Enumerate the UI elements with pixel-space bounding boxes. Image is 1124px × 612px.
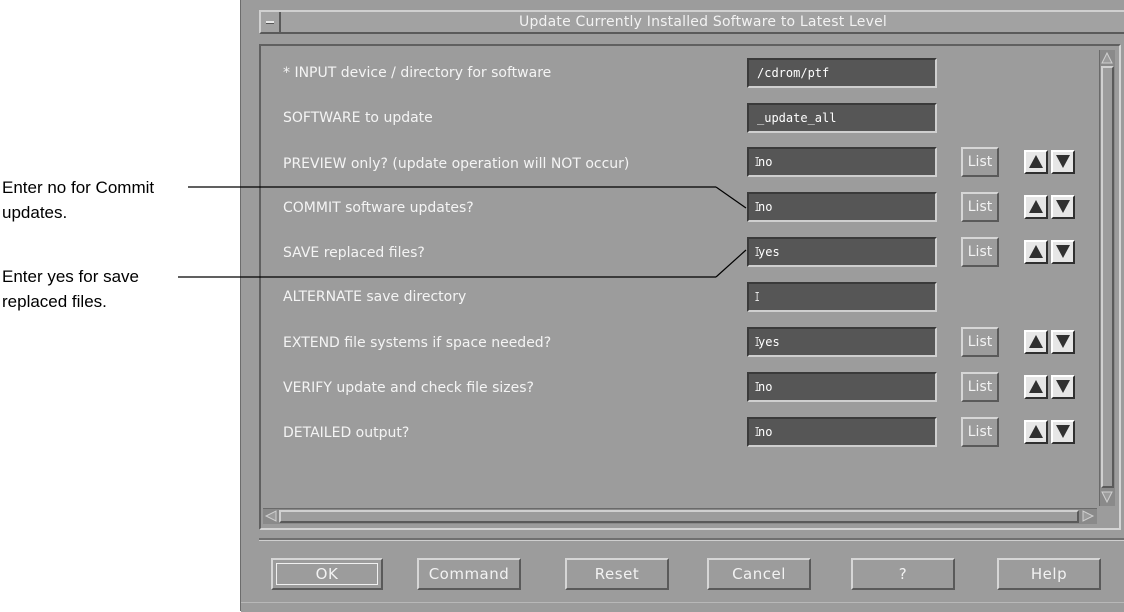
arrow-down-icon[interactable] xyxy=(1051,240,1075,264)
field-label-software: SOFTWARE to update xyxy=(283,110,433,126)
question-button[interactable]: ? xyxy=(851,558,955,590)
field-label-input-device: * INPUT device / directory for software xyxy=(283,65,552,81)
arrow-up-icon[interactable] xyxy=(1024,240,1048,264)
save-field[interactable]: yes xyxy=(747,237,937,267)
arrow-down-icon[interactable] xyxy=(1051,420,1075,444)
software-field[interactable]: _update_all xyxy=(747,103,937,133)
vertical-scroll-thumb[interactable] xyxy=(1101,66,1114,488)
scroll-left-arrow-icon[interactable] xyxy=(264,509,278,523)
horizontal-scroll-thumb[interactable] xyxy=(279,510,1079,523)
arrow-up-icon[interactable] xyxy=(1024,420,1048,444)
reset-button[interactable]: Reset xyxy=(565,558,669,590)
field-label-extend: EXTEND file systems if space needed? xyxy=(283,335,552,351)
window-title: Update Currently Installed Software to L… xyxy=(519,14,887,30)
scroll-up-arrow-icon[interactable] xyxy=(1100,51,1114,65)
horizontal-scrollbar[interactable] xyxy=(263,508,1097,524)
help-button[interactable]: Help xyxy=(997,558,1101,590)
verify-list-button[interactable]: List xyxy=(961,372,999,402)
save-list-button[interactable]: List xyxy=(961,237,999,267)
input-device-field[interactable]: /cdrom/ptf xyxy=(747,58,937,88)
arrow-down-icon[interactable] xyxy=(1051,375,1075,399)
commit-field[interactable]: no xyxy=(747,192,937,222)
smit-dialog-window: Update Currently Installed Software to L… xyxy=(240,0,1124,612)
field-label-commit: COMMIT software updates? xyxy=(283,200,474,216)
arrow-up-icon[interactable] xyxy=(1024,375,1048,399)
form-area: * INPUT device / directory for software … xyxy=(259,44,1121,530)
alternate-dir-field[interactable] xyxy=(747,282,937,312)
extend-field[interactable]: yes xyxy=(747,327,937,357)
arrow-up-icon[interactable] xyxy=(1024,150,1048,174)
verify-field[interactable]: no xyxy=(747,372,937,402)
arrow-down-icon[interactable] xyxy=(1051,330,1075,354)
callout-commit: Enter no for Commit updates. xyxy=(2,178,155,222)
preview-field[interactable]: no xyxy=(747,147,937,177)
field-label-detailed: DETAILED output? xyxy=(283,425,410,441)
scroll-right-arrow-icon[interactable] xyxy=(1081,509,1095,523)
vertical-scrollbar[interactable] xyxy=(1099,50,1115,506)
ok-button[interactable]: OK xyxy=(271,558,383,590)
arrow-down-icon[interactable] xyxy=(1051,195,1075,219)
button-separator xyxy=(259,538,1124,541)
detailed-list-button[interactable]: List xyxy=(961,417,999,447)
field-label-verify: VERIFY update and check file sizes? xyxy=(283,380,534,396)
field-label-alternate-dir: ALTERNATE save directory xyxy=(283,289,467,305)
scroll-down-arrow-icon[interactable] xyxy=(1100,490,1114,504)
detailed-field[interactable]: no xyxy=(747,417,937,447)
extend-list-button[interactable]: List xyxy=(961,327,999,357)
commit-list-button[interactable]: List xyxy=(961,192,999,222)
callout-save: Enter yes for save replaced files. xyxy=(2,267,140,311)
field-label-preview: PREVIEW only? (update operation will NOT… xyxy=(283,156,630,172)
cancel-button[interactable]: Cancel xyxy=(707,558,811,590)
arrow-up-icon[interactable] xyxy=(1024,195,1048,219)
title-bar[interactable]: Update Currently Installed Software to L… xyxy=(259,10,1124,34)
command-button[interactable]: Command xyxy=(417,558,521,590)
arrow-up-icon[interactable] xyxy=(1024,330,1048,354)
window-menu-icon[interactable] xyxy=(261,12,281,32)
field-label-save: SAVE replaced files? xyxy=(283,245,425,261)
preview-list-button[interactable]: List xyxy=(961,147,999,177)
arrow-down-icon[interactable] xyxy=(1051,150,1075,174)
